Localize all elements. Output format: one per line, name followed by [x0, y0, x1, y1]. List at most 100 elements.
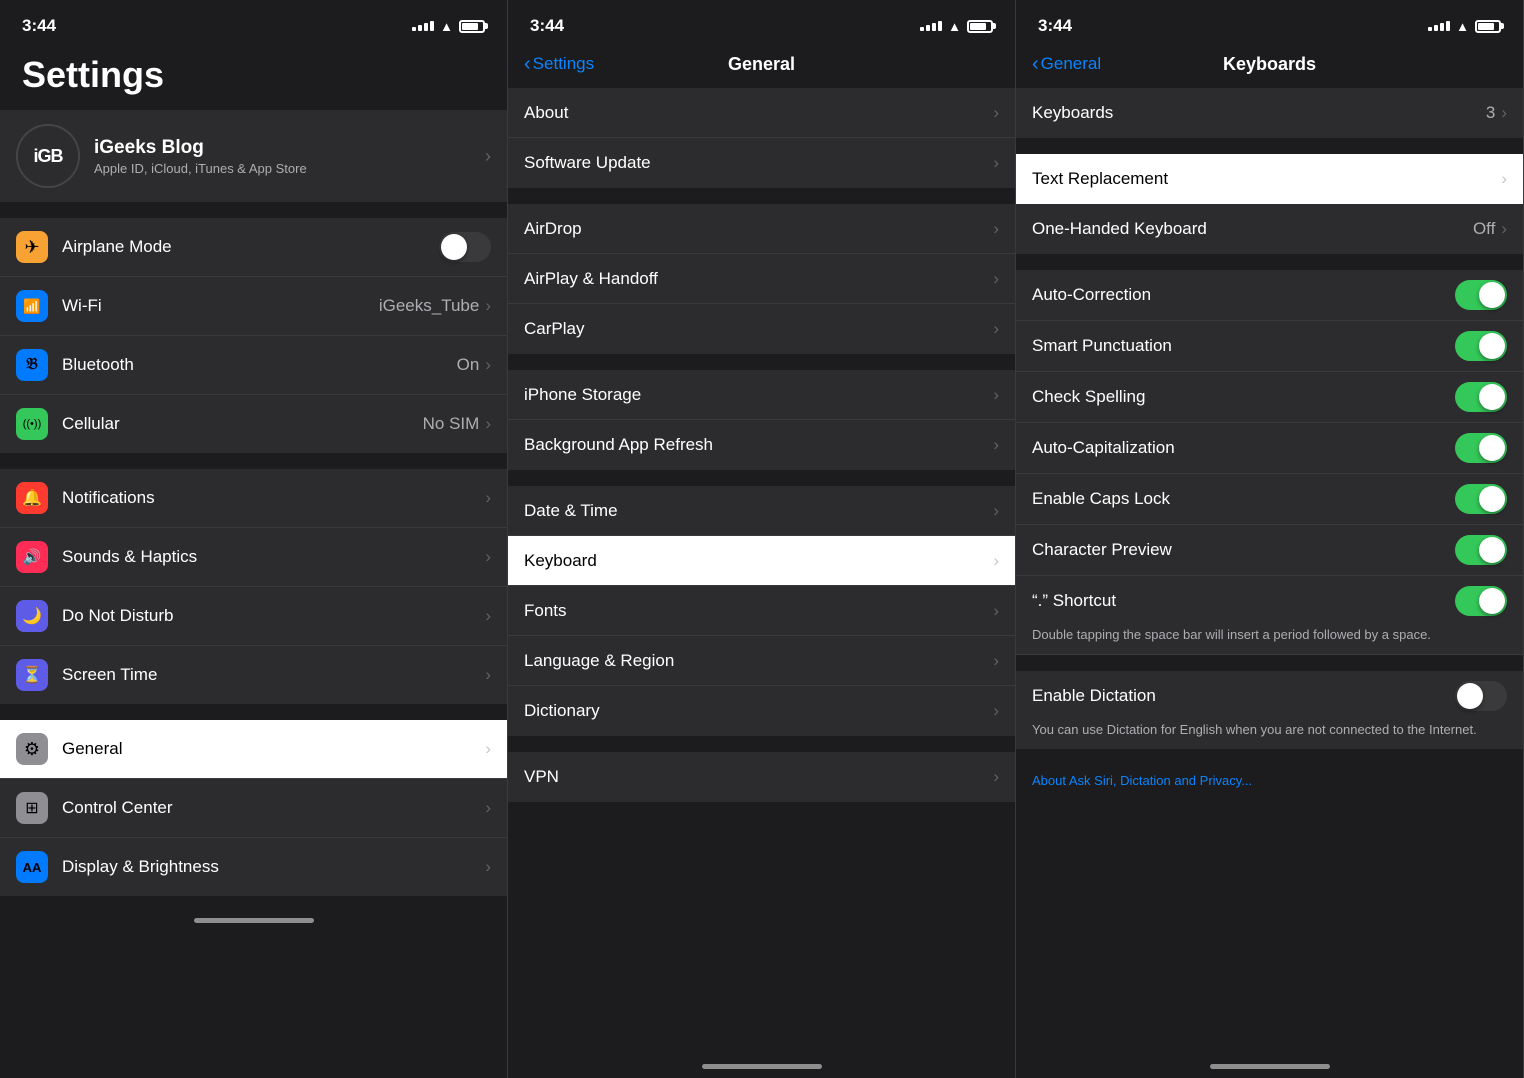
wifi-icon: 📶 [16, 290, 48, 322]
softwareupdate-chevron-icon: › [993, 153, 999, 173]
list-item-backgroundrefresh[interactable]: Background App Refresh › [508, 420, 1015, 470]
language-label: Language & Region [524, 651, 993, 671]
keyboards-scroll[interactable]: Keyboards 3 › Text Replacement › One-Han… [1016, 88, 1523, 1058]
avatar-initials: iGB [16, 124, 80, 188]
nav-bar-panel3: ‹ General Keyboards [1016, 44, 1523, 88]
checkspelling-toggle[interactable] [1455, 382, 1507, 412]
list-item-vpn[interactable]: VPN › [508, 752, 1015, 802]
keyboards-count-group: Keyboards 3 › [1016, 88, 1523, 138]
settings-item-bluetooth[interactable]: 𝔅 Bluetooth On › [0, 336, 507, 395]
settings-item-wifi[interactable]: 📶 Wi-Fi iGeeks_Tube › [0, 277, 507, 336]
list-item-keyboard[interactable]: Keyboard › [508, 536, 1015, 586]
list-item-datetime[interactable]: Date & Time › [508, 486, 1015, 536]
general-label: General [62, 739, 485, 759]
kb-toggle-enabledictation[interactable]: Enable Dictation [1016, 671, 1523, 721]
kb-toggle-autocorrection[interactable]: Auto-Correction [1016, 270, 1523, 321]
page-title: Settings [0, 44, 507, 110]
airplay-label: AirPlay & Handoff [524, 269, 993, 289]
settings-item-donotdisturb[interactable]: 🌙 Do Not Disturb › [0, 587, 507, 646]
smartpunctuation-toggle[interactable] [1455, 331, 1507, 361]
list-item-carplay[interactable]: CarPlay › [508, 304, 1015, 354]
autocorrection-toggle[interactable] [1455, 280, 1507, 310]
fonts-label: Fonts [524, 601, 993, 621]
keyboard-chevron-icon: › [993, 551, 999, 571]
cellular-icon: ((•)) [16, 408, 48, 440]
settings-item-sounds[interactable]: 🔊 Sounds & Haptics › [0, 528, 507, 587]
time-panel2: 3:44 [530, 16, 564, 36]
general-panel: 3:44 ▲ ‹ Settings General About › [508, 0, 1016, 1078]
kb-toggle-enablecapslock[interactable]: Enable Caps Lock [1016, 474, 1523, 525]
avatar: iGB [16, 124, 80, 188]
profile-chevron-icon: › [485, 146, 491, 167]
nav-bar-panel2: ‹ Settings General [508, 44, 1015, 88]
status-bar-panel1: 3:44 ▲ [0, 0, 507, 44]
donotdisturb-icon: 🌙 [16, 600, 48, 632]
autocapitalization-toggle[interactable] [1455, 433, 1507, 463]
settings-item-airplane[interactable]: ✈ Airplane Mode [0, 218, 507, 277]
list-item-dictionary[interactable]: Dictionary › [508, 686, 1015, 736]
dotshortcut-toggle[interactable] [1455, 586, 1507, 616]
kb-item-onehandedkeyboard[interactable]: One-Handed Keyboard Off › [1016, 204, 1523, 254]
displaybrightness-label: Display & Brightness [62, 857, 485, 877]
enabledictation-toggle[interactable] [1455, 681, 1507, 711]
battery-icon-2 [967, 20, 993, 33]
list-item-airplay[interactable]: AirPlay & Handoff › [508, 254, 1015, 304]
kb-toggle-autocapitalization[interactable]: Auto-Capitalization [1016, 423, 1523, 474]
kb-toggle-smartpunctuation[interactable]: Smart Punctuation [1016, 321, 1523, 372]
vpn-chevron-icon: › [993, 767, 999, 787]
dotshortcut-desc: Double tapping the space bar will insert… [1032, 627, 1431, 642]
softwareupdate-label: Software Update [524, 153, 993, 173]
general-icon: ⚙ [16, 733, 48, 765]
general-scroll[interactable]: About › Software Update › AirDrop › AirP… [508, 88, 1015, 1058]
back-button-panel2[interactable]: ‹ Settings [524, 54, 594, 74]
wifi-value: iGeeks_Tube [379, 296, 479, 316]
bluetooth-value: On [457, 355, 480, 375]
wifi-status-icon-3: ▲ [1456, 19, 1469, 34]
list-item-language[interactable]: Language & Region › [508, 636, 1015, 686]
settings-item-displaybrightness[interactable]: AA Display & Brightness › [0, 838, 507, 896]
battery-fill [462, 23, 478, 30]
settings-item-notifications[interactable]: 🔔 Notifications › [0, 469, 507, 528]
carplay-chevron-icon: › [993, 319, 999, 339]
list-item-fonts[interactable]: Fonts › [508, 586, 1015, 636]
settings-item-cellular[interactable]: ((•)) Cellular No SIM › [0, 395, 507, 453]
profile-subtitle: Apple ID, iCloud, iTunes & App Store [94, 161, 485, 176]
kb-toggle-checkspelling[interactable]: Check Spelling [1016, 372, 1523, 423]
kb-item-keyboards[interactable]: Keyboards 3 › [1016, 88, 1523, 138]
bluetooth-chevron-icon: › [485, 355, 491, 375]
keyboards-count-value: 3 [1486, 103, 1495, 123]
list-item-airdrop[interactable]: AirDrop › [508, 204, 1015, 254]
enablecapslock-toggle[interactable] [1455, 484, 1507, 514]
back-button-panel3[interactable]: ‹ General [1032, 54, 1101, 74]
profile-row[interactable]: iGB iGeeks Blog Apple ID, iCloud, iTunes… [0, 110, 507, 202]
controlcenter-chevron-icon: › [485, 798, 491, 818]
general-group3: iPhone Storage › Background App Refresh … [508, 370, 1015, 470]
datetime-label: Date & Time [524, 501, 993, 521]
airplane-label: Airplane Mode [62, 237, 439, 257]
toggle-group: Auto-Correction Smart Punctuation Check … [1016, 270, 1523, 655]
kb-toggle-dotshortcut[interactable]: “.” Shortcut [1016, 576, 1523, 626]
general-group2: AirDrop › AirPlay & Handoff › CarPlay › [508, 204, 1015, 354]
list-item-softwareupdate[interactable]: Software Update › [508, 138, 1015, 188]
kb-item-textreplacement[interactable]: Text Replacement › [1016, 154, 1523, 204]
kb-toggle-characterpreview[interactable]: Character Preview [1016, 525, 1523, 576]
onehandedkeyboard-chevron-icon: › [1501, 219, 1507, 239]
signal-icon-3 [1428, 21, 1450, 31]
screentime-chevron-icon: › [485, 665, 491, 685]
carplay-label: CarPlay [524, 319, 993, 339]
settings-item-controlcenter[interactable]: ⊞ Control Center › [0, 779, 507, 838]
notifications-group: 🔔 Notifications › 🔊 Sounds & Haptics › 🌙… [0, 469, 507, 704]
characterpreview-toggle[interactable] [1455, 535, 1507, 565]
sounds-chevron-icon: › [485, 547, 491, 567]
list-item-about[interactable]: About › [508, 88, 1015, 138]
privacy-link[interactable]: About Ask Siri, Dictation and Privacy... [1016, 765, 1523, 796]
back-chevron-icon: ‹ [524, 54, 531, 74]
keyboards-panel: 3:44 ▲ ‹ General Keyboards Keyboards [1016, 0, 1524, 1078]
bluetooth-icon: 𝔅 [16, 349, 48, 381]
settings-item-screentime[interactable]: ⏳ Screen Time › [0, 646, 507, 704]
profile-name: iGeeks Blog [94, 137, 485, 159]
general-group5: VPN › [508, 752, 1015, 802]
airplane-toggle[interactable] [439, 232, 491, 262]
list-item-iphonestorage[interactable]: iPhone Storage › [508, 370, 1015, 420]
settings-item-general[interactable]: ⚙ General › [0, 720, 507, 779]
